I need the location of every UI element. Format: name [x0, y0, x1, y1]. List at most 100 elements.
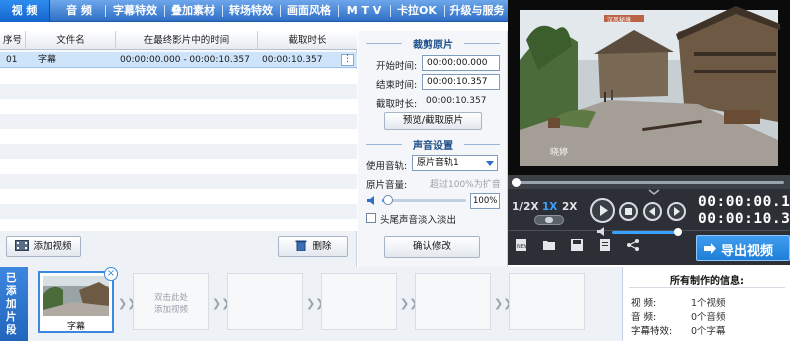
add-clip-hint-line2: 添加视频 — [153, 305, 188, 315]
confirm-modify-button[interactable]: 确认修改 — [384, 236, 480, 258]
empty-row — [0, 144, 357, 159]
tab-audio[interactable]: 音 频 — [56, 0, 102, 22]
share-icon[interactable] — [626, 238, 640, 252]
added-clips-label-char: 已 — [6, 272, 17, 284]
info-label: 视 频: — [631, 298, 657, 309]
fade-checkbox[interactable] — [366, 213, 376, 223]
stop-button[interactable] — [619, 202, 638, 221]
empty-row — [0, 159, 357, 174]
row-more-button[interactable]: ⋮ — [341, 54, 354, 66]
audio-track-select[interactable]: 原片音轨1 — [412, 155, 498, 171]
row-duration: 00:00:10.357 — [262, 55, 323, 65]
file-list-header: 序号 文件名 在最终影片中的时间 截取时长 — [0, 31, 357, 50]
player-volume-handle[interactable] — [674, 228, 682, 236]
video-caption: 晓婷 — [550, 148, 569, 158]
section-divider — [464, 43, 500, 44]
tab-image-style[interactable]: 画面风格 — [282, 0, 336, 22]
current-timecode: 00:00:00.12 — [698, 194, 790, 210]
svg-text:NEW: NEW — [517, 244, 528, 250]
speaker-icon — [597, 227, 604, 236]
chevron-down-icon — [486, 161, 494, 166]
menu-divider — [338, 5, 339, 17]
clip-thumbnail — [43, 276, 109, 316]
new-project-icon[interactable]: NEW — [514, 238, 528, 252]
info-label: 字幕特效: — [631, 326, 673, 337]
empty-row — [0, 204, 357, 219]
volume-value-field[interactable]: 100% — [470, 193, 500, 209]
tab-subtitle-effects[interactable]: 字幕特效 — [108, 0, 162, 22]
menu-divider — [222, 5, 223, 17]
main-menu-bar: 视 频 音 频 字幕特效 叠加素材 转场特效 画面风格 M T V 卡拉OK 升… — [0, 0, 508, 22]
delete-label: 删除 — [312, 241, 332, 252]
add-clip-slot[interactable]: 双击此处 添加视频 — [133, 273, 209, 330]
fade-label: 头尾声音淡入淡出 — [380, 215, 457, 226]
empty-clip-slot[interactable] — [415, 273, 491, 330]
next-frame-button[interactable] — [667, 202, 686, 221]
menu-divider — [280, 5, 281, 17]
save-icon[interactable] — [570, 238, 584, 252]
delete-button[interactable]: 删除 — [278, 236, 348, 257]
volume-slider-handle[interactable] — [383, 195, 394, 205]
export-video-button[interactable]: 导出视频 — [696, 235, 790, 261]
added-clips-label-char: 加 — [6, 298, 17, 310]
speed-slider[interactable] — [534, 215, 564, 225]
video-preview[interactable]: 汉风秘境 晓婷 — [508, 0, 790, 175]
menu-divider — [164, 5, 165, 17]
empty-clip-slot[interactable] — [227, 273, 303, 330]
step-forward-icon — [674, 207, 680, 216]
menu-divider — [390, 5, 391, 17]
empty-row — [0, 84, 357, 99]
previous-frame-button[interactable] — [643, 202, 662, 221]
export-arrow-icon — [704, 243, 716, 254]
seek-bar-track[interactable] — [512, 178, 784, 187]
volume-slider-track[interactable] — [382, 195, 466, 205]
open-folder-icon[interactable] — [542, 238, 556, 252]
collapse-arrow-icon[interactable] — [648, 189, 660, 195]
file-list-row[interactable]: 01 字幕 00:00:00.000 - 00:00:10.357 00:00:… — [0, 52, 357, 68]
speaker-icon — [367, 196, 374, 205]
tab-mtv[interactable]: M T V — [340, 0, 388, 22]
info-value: 0个字幕 — [691, 326, 726, 337]
row-filename: 字幕 — [38, 55, 57, 65]
empty-row — [0, 174, 357, 189]
step-back-icon — [649, 207, 655, 216]
play-icon — [600, 205, 608, 216]
end-time-label: 结束时间: — [376, 80, 418, 91]
empty-row — [0, 219, 357, 231]
tab-overlay-material[interactable]: 叠加素材 — [166, 0, 220, 22]
audio-track-value: 原片音轨1 — [417, 158, 459, 168]
clip-timeline: 字幕 × ❯❯ 双击此处 添加视频 ❯❯ ❯❯ ❯❯ ❯❯ — [28, 267, 622, 341]
speed-2x-button[interactable]: 2X — [562, 201, 577, 213]
speed-1x-button[interactable]: 1X — [542, 201, 557, 213]
speed-slider-handle[interactable] — [545, 217, 553, 223]
tab-transition-effects[interactable]: 转场特效 — [224, 0, 278, 22]
column-time-in-movie[interactable]: 在最终影片中的时间 — [116, 31, 258, 50]
tab-upgrade-service[interactable]: 升级与服务 — [446, 0, 508, 22]
empty-clip-slot[interactable] — [321, 273, 397, 330]
clip-card[interactable]: 字幕 × — [38, 267, 118, 333]
column-filename[interactable]: 文件名 — [26, 31, 116, 50]
video-sign-text: 汉风秘境 — [607, 17, 632, 24]
seek-bar-handle[interactable] — [512, 178, 521, 187]
info-title: 所有制作的信息: — [670, 276, 744, 287]
end-time-field[interactable]: 00:00:10.357 — [422, 74, 500, 90]
add-video-button[interactable]: 添加视频 — [6, 236, 81, 257]
remove-clip-icon[interactable]: × — [104, 267, 118, 281]
speed-half-button[interactable]: 1/2X — [512, 201, 539, 213]
duration-value: 00:00:10.357 — [426, 96, 487, 106]
play-button[interactable] — [590, 198, 615, 223]
row-index: 01 — [6, 55, 18, 65]
start-time-field[interactable]: 00:00:00.000 — [422, 55, 500, 71]
preview-cut-button[interactable]: 预览/截取原片 — [384, 112, 482, 130]
empty-clip-slot[interactable] — [509, 273, 585, 330]
empty-row — [0, 189, 357, 204]
column-index[interactable]: 序号 — [0, 31, 26, 50]
tab-video[interactable]: 视 频 — [0, 0, 50, 22]
save-as-icon[interactable] — [598, 238, 612, 252]
empty-row — [0, 69, 357, 84]
column-duration[interactable]: 截取时长 — [258, 31, 357, 50]
info-row-subtitle: 字幕特效: 0个字幕 — [631, 323, 726, 337]
player-volume-slider[interactable] — [612, 228, 682, 236]
added-clips-label: 已 添 加 片 段 — [0, 267, 28, 341]
tab-karaoke[interactable]: 卡拉OK — [392, 0, 442, 22]
